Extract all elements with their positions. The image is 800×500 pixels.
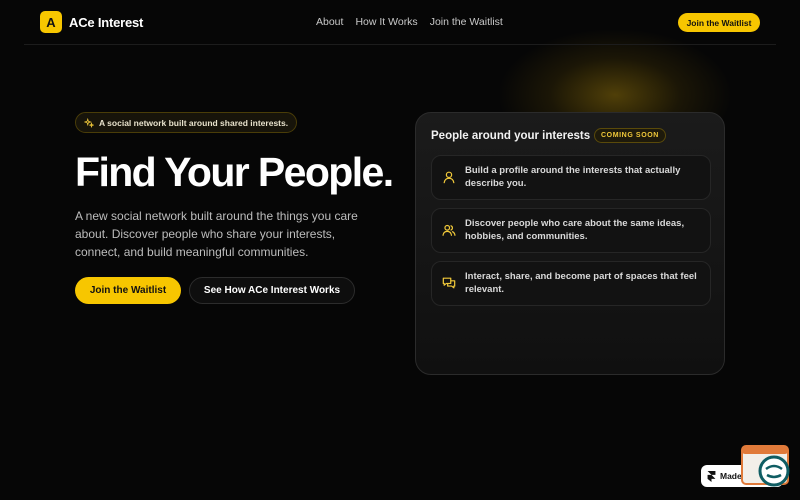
feature-text: Build a profile around the interests tha…	[465, 165, 681, 189]
card-title: People around your interests	[431, 130, 591, 142]
hero-title: Find Your People.	[75, 149, 394, 195]
tagline-pill: A social network built around shared int…	[75, 112, 298, 133]
see-how-it-works-button[interactable]: See How ACe Interest Works	[189, 277, 355, 304]
logo-icon[interactable]: A	[40, 11, 62, 33]
hero-description: A new social network built around the th…	[75, 209, 358, 259]
user-icon	[443, 171, 455, 184]
feature-item-discover: Discover people who care about the same …	[431, 208, 711, 253]
brand-name[interactable]: ACe Interest	[69, 15, 143, 30]
coming-soon-badge: COMING SOON	[594, 128, 666, 143]
main-nav: About How It Works Join the Waitlist	[316, 16, 503, 28]
header-join-waitlist-button[interactable]: Join the Waitlist	[678, 13, 760, 32]
join-waitlist-button[interactable]: Join the Waitlist	[75, 277, 181, 304]
nav-link-how-it-works[interactable]: How It Works	[355, 16, 417, 28]
users-icon	[442, 224, 456, 236]
feature-card: People around your interests COMING SOON…	[415, 112, 725, 375]
nav-link-about[interactable]: About	[316, 16, 343, 28]
sparkle-icon	[84, 117, 94, 128]
tagline-text: A social network built around shared int…	[99, 117, 289, 128]
feature-text: Interact, share, and become part of spac…	[465, 271, 697, 295]
site-header: A ACe Interest About How It Works Join t…	[24, 0, 776, 45]
feature-item-interact: Interact, share, and become part of spac…	[431, 261, 711, 306]
chat-icon	[442, 277, 456, 289]
nav-link-join-waitlist[interactable]: Join the Waitlist	[430, 16, 503, 28]
feature-text: Discover people who care about the same …	[465, 218, 685, 242]
chat-widget-icon[interactable]	[740, 445, 792, 490]
framer-logo-icon	[707, 470, 716, 482]
feature-item-profile: Build a profile around the interests tha…	[431, 155, 711, 200]
